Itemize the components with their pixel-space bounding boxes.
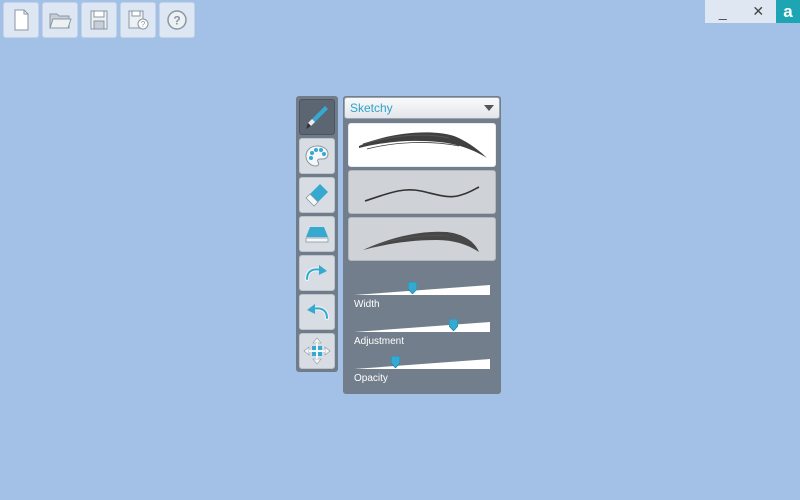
fill-icon (305, 227, 329, 243)
minimize-button[interactable]: _ (712, 4, 734, 20)
palette-icon (305, 145, 329, 167)
help-button[interactable]: ? (159, 2, 195, 38)
open-file-button[interactable] (42, 2, 78, 38)
close-button[interactable]: ✕ (747, 3, 769, 20)
brush-icon (306, 106, 328, 129)
move-icon (303, 337, 331, 365)
brush-preset-feathered[interactable] (348, 217, 496, 261)
save-icon (90, 10, 108, 30)
undo-button[interactable] (299, 294, 335, 330)
feathered-stroke-icon (363, 231, 479, 252)
svg-text:?: ? (173, 14, 180, 28)
window-controls: _ ✕ (705, 0, 776, 23)
chevron-down-icon (484, 105, 494, 111)
new-file-button[interactable] (3, 2, 39, 38)
undo-icon (307, 304, 329, 320)
save-as-button[interactable]: ? (120, 2, 156, 38)
thin-stroke-icon (364, 186, 480, 202)
slider-thumb[interactable] (390, 356, 400, 368)
brush-type-dropdown[interactable]: Sketchy (344, 97, 500, 119)
opacity-label: Opacity (354, 373, 388, 384)
brush-preset-thin[interactable] (348, 170, 496, 214)
slider-thumb[interactable] (449, 319, 459, 331)
new-file-icon (14, 9, 29, 31)
app-canvas[interactable]: ? ? _ ✕ a Sketchy Width Adjustment Opaci… (0, 0, 800, 500)
slider-track (354, 285, 490, 295)
save-button[interactable] (81, 2, 117, 38)
eraser-icon (305, 184, 328, 207)
thick-stroke-icon (359, 132, 487, 158)
file-toolbar: ? ? (3, 2, 195, 38)
eraser-tool-button[interactable] (299, 177, 335, 213)
color-tool-button[interactable] (299, 138, 335, 174)
fill-tool-button[interactable] (299, 216, 335, 252)
slider-track (354, 322, 490, 332)
help-icon: ? (167, 10, 187, 30)
save-as-icon: ? (128, 10, 149, 30)
svg-text:?: ? (141, 20, 146, 29)
brush-type-label: Sketchy (350, 101, 393, 115)
slider-thumb[interactable] (408, 282, 418, 294)
brush-preset-thick[interactable] (348, 123, 496, 167)
brush-tool-button[interactable] (299, 99, 335, 135)
tool-strip (296, 96, 338, 372)
adjustment-slider[interactable] (354, 319, 490, 335)
width-label: Width (354, 299, 380, 310)
redo-icon (305, 265, 327, 281)
opacity-slider[interactable] (354, 356, 490, 372)
adjustment-label: Adjustment (354, 336, 405, 347)
brush-panel: Sketchy Width Adjustment Opacity (343, 96, 501, 394)
open-folder-icon (49, 13, 72, 29)
slider-track (354, 359, 490, 369)
redo-button[interactable] (299, 255, 335, 291)
width-slider[interactable] (354, 282, 490, 298)
move-tool-button[interactable] (299, 333, 335, 369)
app-logo: a (776, 0, 800, 23)
